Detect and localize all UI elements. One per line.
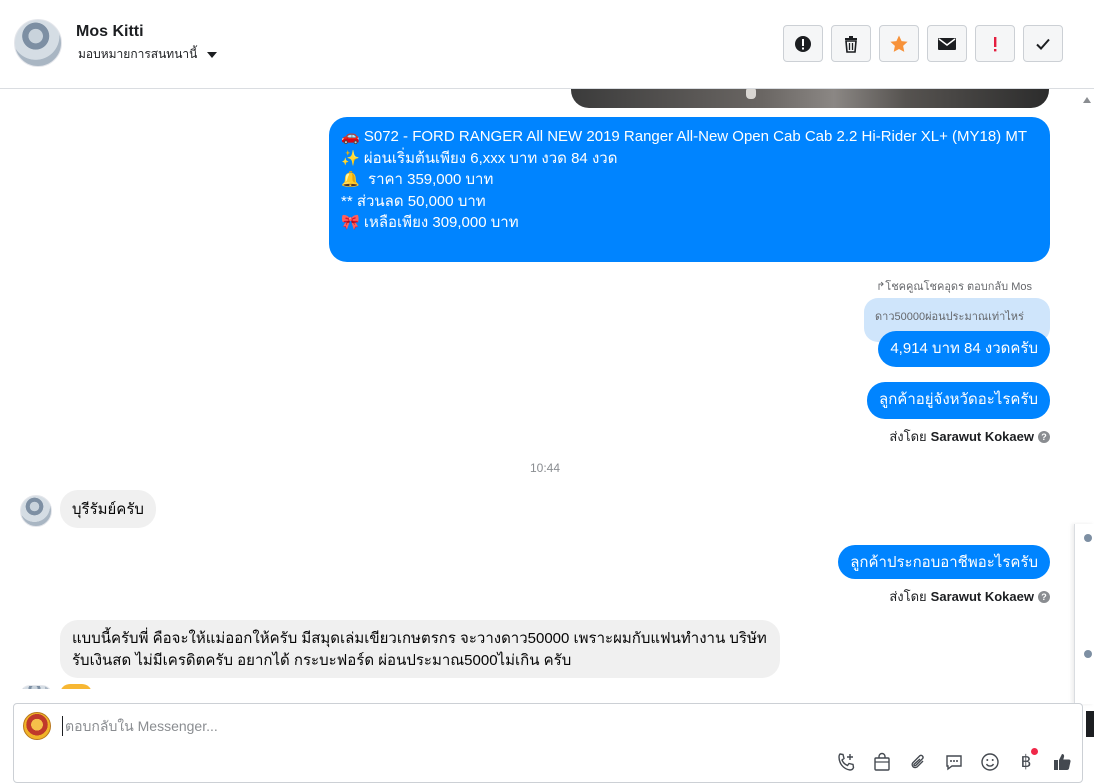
ask-occupation-message[interactable]: ลูกค้าประกอบอาชีพอะไรครับ — [838, 545, 1050, 579]
sent-by-label: ส่งโดย Sarawut Kokaew ? — [889, 586, 1050, 607]
sender-name[interactable]: Sarawut Kokaew — [931, 589, 1034, 604]
star-icon — [890, 35, 908, 52]
phone-plus-icon — [838, 753, 855, 771]
caret-down-icon — [207, 51, 218, 58]
notification-dot — [1031, 748, 1038, 755]
baht-icon: ฿ — [1020, 752, 1032, 771]
smiley-icon — [981, 753, 999, 771]
chat-bubble-icon — [946, 755, 962, 771]
trash-icon — [845, 35, 857, 53]
listing-line: ✨ ผ่อนเริ่มต้นเพียง 6,xxx บาท งวด 84 งวด — [341, 149, 618, 167]
composer-tools: ฿ — [834, 748, 1074, 774]
saved-replies-tool[interactable] — [942, 750, 966, 774]
reply-answer-message[interactable]: 4,914 บาท 84 งวดครับ — [878, 331, 1050, 367]
like-tool[interactable] — [1050, 750, 1074, 774]
listing-line: ** ส่วนลด 50,000 บาท — [341, 192, 486, 210]
customer-long-message[interactable]: แบบนี้ครับพี่ คือจะให้แม่ออกให้ครับ มีสม… — [60, 620, 780, 678]
reply-header: ↱โชคคูณโชคอุดร ตอบกลับ Mos — [876, 281, 1032, 293]
mark-spam-button[interactable] — [783, 25, 823, 62]
assign-conversation-dropdown[interactable]: มอบหมายการสนทนานี้ — [78, 45, 218, 64]
assign-label: มอบหมายการสนทนานี้ — [78, 47, 198, 61]
listing-line: 🔔 ราคา 359,000 บาท — [341, 171, 494, 188]
conversation-toolbar — [783, 25, 1063, 62]
sent-by-prefix: ส่งโดย — [889, 429, 927, 444]
sender-name[interactable]: Sarawut Kokaew — [931, 429, 1034, 444]
timestamp: 10:44 — [529, 461, 561, 475]
star-button[interactable] — [879, 25, 919, 62]
car-listing-message[interactable]: 🚗 S072 - FORD RANGER All NEW 2019 Ranger… — [329, 117, 1050, 262]
side-avatar-icon — [1084, 534, 1092, 542]
message-composer: ฿ — [13, 703, 1083, 783]
scroll-up-arrow-icon[interactable] — [1083, 97, 1091, 103]
page-avatar[interactable] — [23, 712, 51, 740]
sent-by-prefix: ส่งโดย — [889, 589, 927, 604]
conversation-header: Mos Kitti มอบหมายการสนทนานี้ — [0, 0, 1094, 89]
attach-tool[interactable] — [906, 750, 930, 774]
side-panel-edge[interactable] — [1074, 524, 1094, 704]
paperclip-icon — [911, 754, 924, 769]
contact-name[interactable]: Mos Kitti — [76, 23, 144, 41]
contact-avatar-small — [20, 685, 52, 689]
check-icon — [1036, 38, 1050, 50]
delete-button[interactable] — [831, 25, 871, 62]
shared-car-photo[interactable] — [571, 89, 1049, 108]
message-thread[interactable]: 🚗 S072 - FORD RANGER All NEW 2019 Ranger… — [0, 89, 1080, 689]
help-icon[interactable]: ? — [1038, 430, 1050, 443]
emoji-tool[interactable] — [978, 750, 1002, 774]
follow-up-button[interactable] — [975, 25, 1015, 62]
alert-circle-icon — [795, 35, 811, 52]
listing-line: 🚗 S072 - FORD RANGER All NEW 2019 Ranger… — [341, 128, 1027, 145]
side-avatar-icon — [1084, 650, 1092, 658]
thumbs-up-icon — [1054, 754, 1071, 770]
customer-province-message[interactable]: บุรีรัมย์ครับ — [60, 490, 156, 528]
side-panel-tab[interactable] — [1086, 711, 1094, 737]
add-contact-tool[interactable] — [834, 750, 858, 774]
exclamation-icon — [994, 36, 997, 51]
shop-tool[interactable] — [870, 750, 894, 774]
contact-avatar-small[interactable] — [20, 495, 52, 527]
listing-line: 🎀 เหลือเพียง 309,000 บาท — [341, 214, 519, 231]
sent-by-label: ส่งโดย Sarawut Kokaew ? — [889, 426, 1050, 447]
envelope-icon — [938, 37, 956, 50]
contact-avatar[interactable] — [14, 19, 62, 67]
reply-input[interactable] — [62, 716, 762, 736]
mark-done-button[interactable] — [1023, 25, 1063, 62]
payment-tool[interactable]: ฿ — [1014, 748, 1038, 774]
help-icon[interactable]: ? — [1038, 590, 1050, 603]
shopping-bag-icon — [874, 752, 890, 771]
ask-province-message[interactable]: ลูกค้าอยู่จังหวัดอะไรครับ — [867, 382, 1050, 419]
mark-unread-button[interactable] — [927, 25, 967, 62]
emoji-sticker-icon[interactable] — [60, 684, 92, 689]
